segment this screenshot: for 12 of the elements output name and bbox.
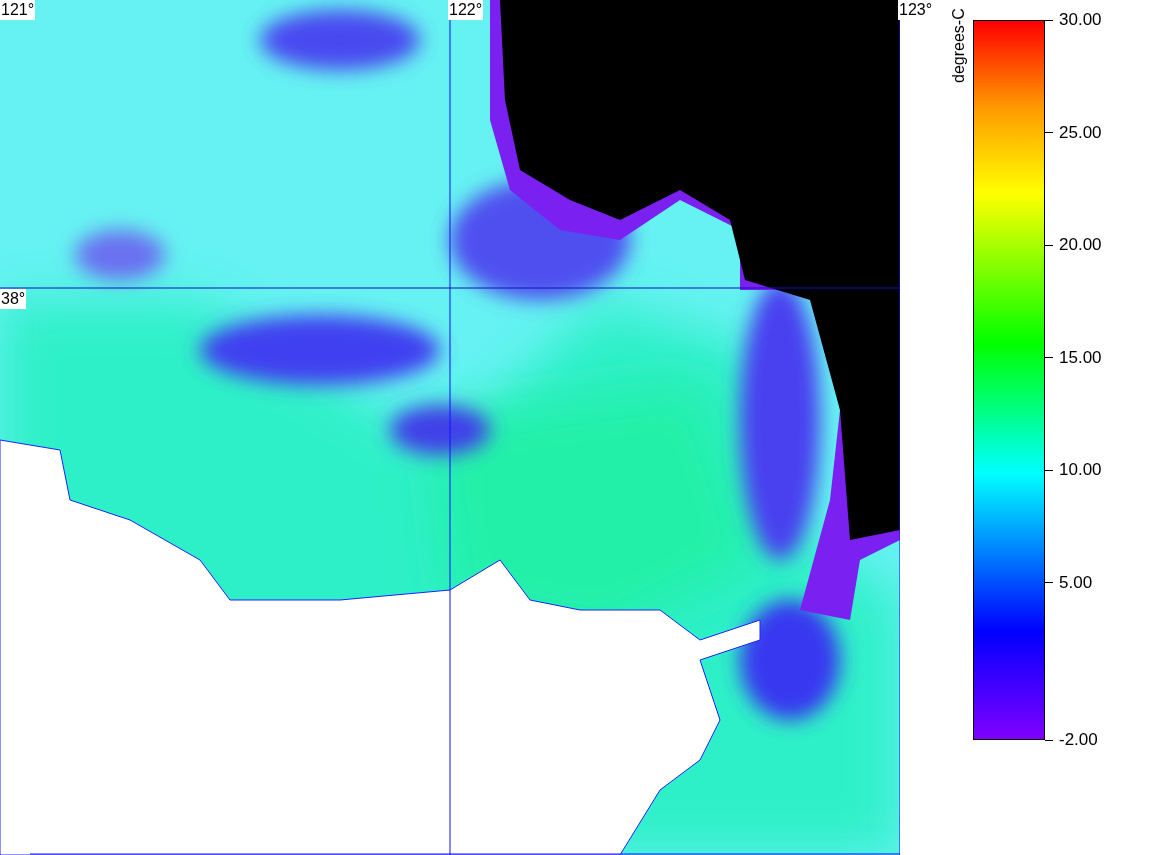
- scale-tick-label: 5.00: [1059, 572, 1093, 593]
- legend-title: degrees-C: [949, 8, 968, 85]
- scale-tick-label: 25.00: [1059, 122, 1102, 143]
- scale-tick-label: 10.00: [1059, 460, 1102, 480]
- scale-tick-label: 30.00: [1059, 10, 1102, 30]
- longitude-label: 122°: [448, 0, 484, 20]
- longitude-label: 121°: [0, 0, 36, 20]
- scale-tick-label: -2.00: [1059, 730, 1098, 750]
- scale-tick-label: 20.00: [1059, 235, 1102, 255]
- scale-tick-label: 15.00: [1059, 347, 1102, 368]
- longitude-label: 123°: [898, 0, 934, 20]
- latitude-label: 38°: [0, 289, 27, 309]
